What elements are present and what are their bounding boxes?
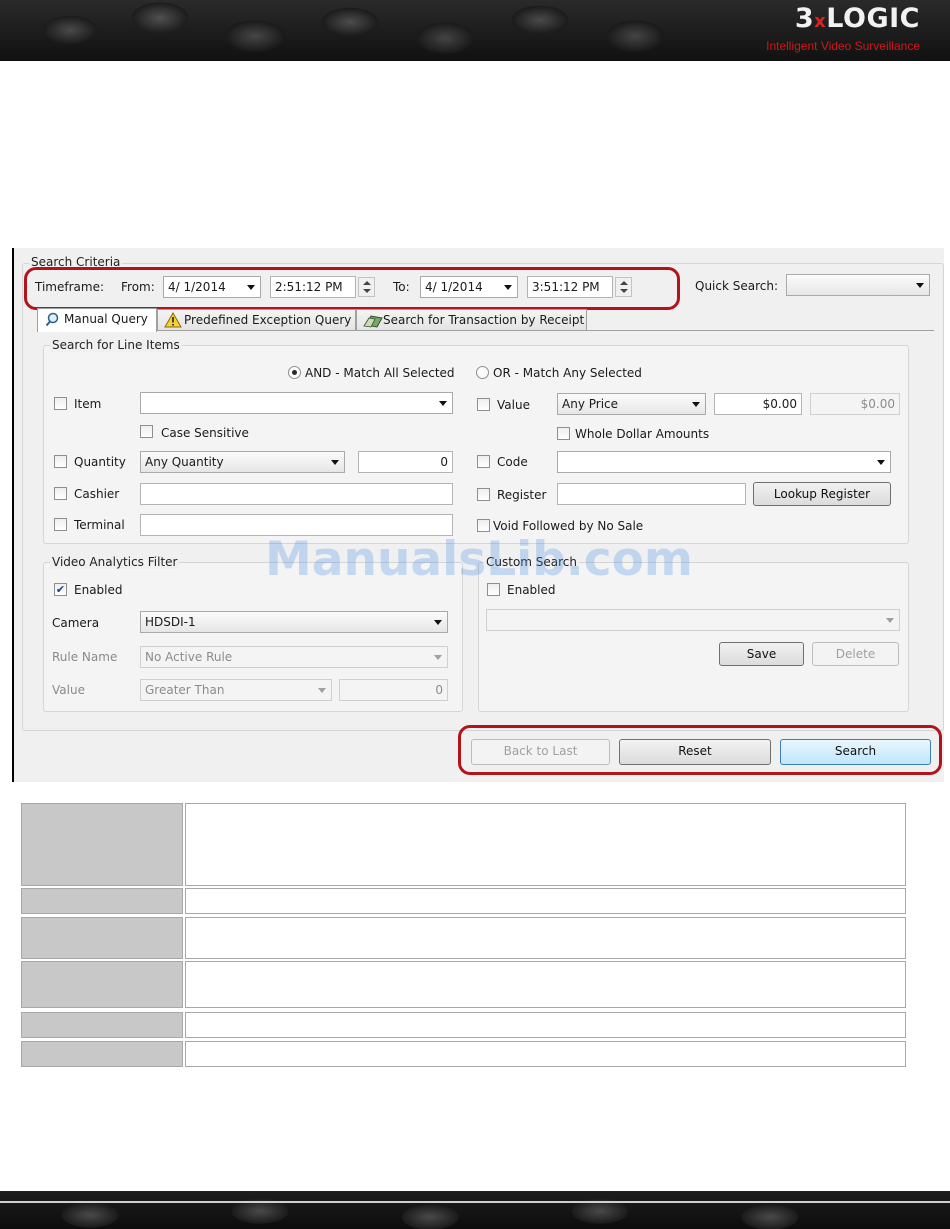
value-max-field[interactable]: $0.00 [810,393,900,415]
table-desc-cell [185,1012,906,1038]
table-label-cell [21,803,183,886]
tab-predefined-exception[interactable]: Predefined Exception Query [157,309,356,331]
terminal-label: Terminal [74,518,125,532]
value-label: Value [497,398,530,412]
camera-label: Camera [52,616,100,630]
tab-search-by-receipt[interactable]: Search for Transaction by Receipt [356,309,587,331]
code-combo[interactable] [557,451,891,473]
and-match-label: AND - Match All Selected [305,366,455,380]
search-icon [45,312,60,327]
table-desc-cell [185,1041,906,1067]
custom-search-combo[interactable] [486,609,900,631]
chevron-down-icon [331,460,339,465]
register-field[interactable] [557,483,746,505]
quantity-field[interactable]: 0 [358,451,453,473]
quantity-combo[interactable]: Any Quantity [140,451,345,473]
line-items-title: Search for Line Items [50,338,182,352]
chevron-down-icon [877,460,885,465]
table-label-cell [21,1041,183,1067]
actions-highlight [458,725,942,775]
tab-panel-border [37,330,934,331]
terminal-checkbox[interactable] [54,518,67,531]
item-checkbox[interactable] [54,397,67,410]
void-no-sale-label: Void Followed by No Sale [493,519,644,533]
tab-label: Manual Query [64,312,148,326]
quantity-combo-value: Any Quantity [145,455,224,469]
logo-post: LOGIC [826,3,920,34]
footer-banner [0,1191,950,1229]
lookup-register-button[interactable]: Lookup Register [753,482,891,506]
receipt-icon [363,313,383,328]
register-checkbox[interactable] [477,488,490,501]
logo-tagline: Intelligent Video Surveillance [766,39,920,53]
rule-name-label: Rule Name [52,650,118,664]
quantity-label: Quantity [74,455,126,469]
cashier-field[interactable] [140,483,453,505]
quantity-checkbox[interactable] [54,455,67,468]
quick-search-dropdown[interactable] [786,274,930,296]
or-match-label: OR - Match Any Selected [493,366,642,380]
video-enabled-checkbox[interactable]: ✔ [54,583,67,596]
chevron-down-icon [439,401,447,406]
value-min-field[interactable]: $0.00 [714,393,802,415]
company-logo: 3xLOGIC [795,3,920,34]
delete-button[interactable]: Delete [812,642,899,666]
cashier-checkbox[interactable] [54,487,67,500]
tab-manual-query[interactable]: Manual Query [37,308,157,332]
chevron-down-icon [318,688,326,693]
analytics-value-label: Value [52,683,85,697]
footer-divider [0,1201,950,1203]
video-enabled-label: Enabled [74,583,123,597]
whole-dollar-label: Whole Dollar Amounts [575,427,710,441]
whole-dollar-checkbox[interactable] [557,427,570,440]
save-button[interactable]: Save [719,642,804,666]
register-label: Register [497,488,547,502]
value-combo[interactable]: Any Price [557,393,706,415]
comparator-combo[interactable]: Greater Than [140,679,332,701]
logo-pre: 3 [794,3,815,34]
table-desc-cell [185,917,906,959]
chevron-down-icon [692,402,700,407]
case-sensitive-checkbox[interactable] [140,425,153,438]
code-checkbox[interactable] [477,455,490,468]
value-combo-value: Any Price [562,397,619,411]
case-sensitive-label: Case Sensitive [161,426,249,440]
or-match-radio[interactable] [476,366,489,379]
table-label-cell [21,961,183,1008]
code-label: Code [497,455,528,469]
camera-value: HDSDI-1 [145,615,196,629]
camera-combo[interactable]: HDSDI-1 [140,611,448,633]
warning-icon [164,311,182,328]
table-desc-cell [185,888,906,914]
comparator-value: Greater Than [145,683,225,697]
table-desc-cell [185,803,906,886]
chevron-down-icon [916,283,924,288]
tab-label: Search for Transaction by Receipt [383,313,585,327]
chevron-down-icon [434,620,442,625]
and-match-radio[interactable] [288,366,301,379]
item-label: Item [74,397,102,411]
table-label-cell [21,1012,183,1038]
table-label-cell [21,888,183,914]
timeframe-highlight [24,267,680,310]
quick-search-label: Quick Search: [695,279,779,293]
chevron-down-icon [434,655,442,660]
item-combo[interactable] [140,392,453,414]
table-label-cell [21,917,183,959]
chevron-down-icon [886,618,894,623]
rule-name-combo[interactable]: No Active Rule [140,646,448,668]
tab-label: Predefined Exception Query [184,313,352,327]
void-no-sale-checkbox[interactable] [477,519,490,532]
rule-name-value: No Active Rule [145,650,233,664]
logo-x: x [814,11,827,32]
video-analytics-title: Video Analytics Filter [50,555,180,569]
table-desc-cell [185,961,906,1008]
threshold-field[interactable]: 0 [339,679,448,701]
cashier-label: Cashier [74,487,120,501]
watermark: ManualsLib.com [265,532,693,587]
value-checkbox[interactable] [477,398,490,411]
